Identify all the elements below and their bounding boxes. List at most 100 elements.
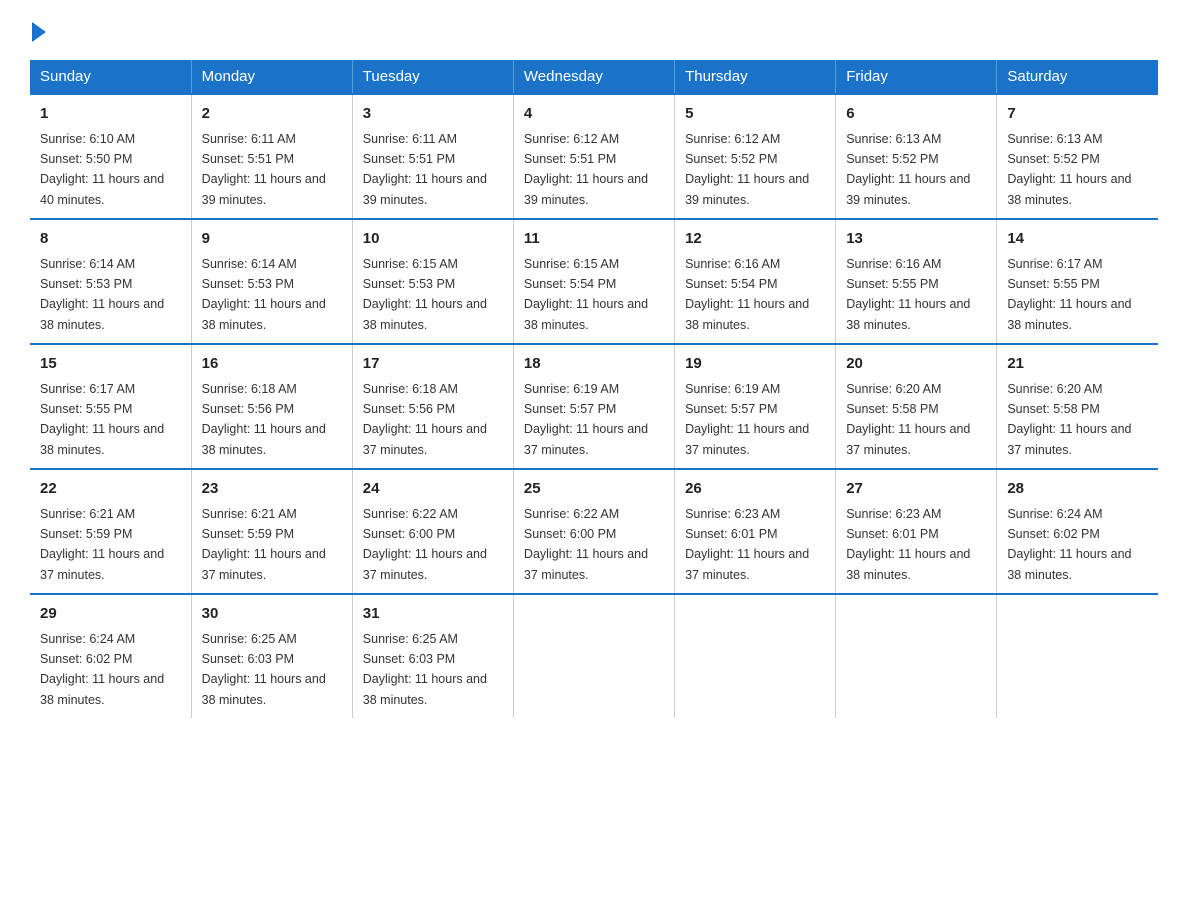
calendar-cell: 14Sunrise: 6:17 AMSunset: 5:55 PMDayligh… bbox=[997, 219, 1158, 344]
calendar-table: Sunday Monday Tuesday Wednesday Thursday… bbox=[30, 60, 1158, 718]
calendar-cell: 7Sunrise: 6:13 AMSunset: 5:52 PMDaylight… bbox=[997, 94, 1158, 219]
day-number: 18 bbox=[524, 353, 664, 376]
day-info: Sunrise: 6:11 AMSunset: 5:51 PMDaylight:… bbox=[202, 132, 326, 207]
calendar-body: 1 Sunrise: 6:10 AMSunset: 5:50 PMDaylight… bbox=[30, 94, 1158, 718]
day-info: Sunrise: 6:16 AMSunset: 5:55 PMDaylight:… bbox=[846, 257, 970, 332]
day-number: 19 bbox=[685, 353, 825, 376]
day-number: 20 bbox=[846, 353, 986, 376]
calendar-cell: 13 Sunrise: 6:16 AMSunset: 5:55 PMDayligh… bbox=[836, 219, 997, 344]
day-number: 21 bbox=[1007, 353, 1148, 376]
calendar-cell bbox=[513, 594, 674, 718]
calendar-cell: 3Sunrise: 6:11 AMSunset: 5:51 PMDaylight… bbox=[352, 94, 513, 219]
header-thursday: Thursday bbox=[675, 60, 836, 94]
calendar-cell: 10Sunrise: 6:15 AMSunset: 5:53 PMDayligh… bbox=[352, 219, 513, 344]
day-number: 1 bbox=[40, 103, 181, 126]
day-number: 13 bbox=[846, 228, 986, 251]
calendar-cell: 9 Sunrise: 6:14 AMSunset: 5:53 PMDaylight… bbox=[191, 219, 352, 344]
calendar-cell: 30Sunrise: 6:25 AMSunset: 6:03 PMDayligh… bbox=[191, 594, 352, 718]
header-sunday: Sunday bbox=[30, 60, 191, 94]
day-number: 24 bbox=[363, 478, 503, 501]
calendar-cell: 5 Sunrise: 6:12 AMSunset: 5:52 PMDaylight… bbox=[675, 94, 836, 219]
header-friday: Friday bbox=[836, 60, 997, 94]
day-info: Sunrise: 6:14 AMSunset: 5:53 PMDaylight:… bbox=[40, 257, 164, 332]
day-info: Sunrise: 6:18 AMSunset: 5:56 PMDaylight:… bbox=[202, 382, 326, 457]
day-number: 5 bbox=[685, 103, 825, 126]
calendar-cell: 6 Sunrise: 6:13 AMSunset: 5:52 PMDaylight… bbox=[836, 94, 997, 219]
calendar-cell: 24 Sunrise: 6:22 AMSunset: 6:00 PMDayligh… bbox=[352, 469, 513, 594]
day-number: 9 bbox=[202, 228, 342, 251]
day-info: Sunrise: 6:12 AMSunset: 5:52 PMDaylight:… bbox=[685, 132, 809, 207]
day-info: Sunrise: 6:17 AMSunset: 5:55 PMDaylight:… bbox=[40, 382, 164, 457]
calendar-cell bbox=[675, 594, 836, 718]
calendar-cell: 22 Sunrise: 6:21 AMSunset: 5:59 PMDayligh… bbox=[30, 469, 191, 594]
calendar-cell: 17 Sunrise: 6:18 AMSunset: 5:56 PMDayligh… bbox=[352, 344, 513, 469]
day-info: Sunrise: 6:24 AMSunset: 6:02 PMDaylight:… bbox=[40, 632, 164, 707]
calendar-week-1: 1 Sunrise: 6:10 AMSunset: 5:50 PMDaylight… bbox=[30, 94, 1158, 219]
calendar-cell: 8Sunrise: 6:14 AMSunset: 5:53 PMDaylight… bbox=[30, 219, 191, 344]
day-number: 6 bbox=[846, 103, 986, 126]
calendar-cell: 31 Sunrise: 6:25 AMSunset: 6:03 PMDayligh… bbox=[352, 594, 513, 718]
day-number: 26 bbox=[685, 478, 825, 501]
day-info: Sunrise: 6:18 AMSunset: 5:56 PMDaylight:… bbox=[363, 382, 487, 457]
day-number: 23 bbox=[202, 478, 342, 501]
day-info: Sunrise: 6:19 AMSunset: 5:57 PMDaylight:… bbox=[524, 382, 648, 457]
header-saturday: Saturday bbox=[997, 60, 1158, 94]
day-number: 31 bbox=[363, 603, 503, 626]
day-info: Sunrise: 6:15 AMSunset: 5:54 PMDaylight:… bbox=[524, 257, 648, 332]
day-info: Sunrise: 6:22 AMSunset: 6:00 PMDaylight:… bbox=[363, 507, 487, 582]
day-info: Sunrise: 6:21 AMSunset: 5:59 PMDaylight:… bbox=[40, 507, 164, 582]
calendar-cell: 18 Sunrise: 6:19 AMSunset: 5:57 PMDayligh… bbox=[513, 344, 674, 469]
day-info: Sunrise: 6:17 AMSunset: 5:55 PMDaylight:… bbox=[1007, 257, 1131, 332]
header-tuesday: Tuesday bbox=[352, 60, 513, 94]
calendar-week-3: 15 Sunrise: 6:17 AMSunset: 5:55 PMDayligh… bbox=[30, 344, 1158, 469]
day-number: 27 bbox=[846, 478, 986, 501]
day-info: Sunrise: 6:16 AMSunset: 5:54 PMDaylight:… bbox=[685, 257, 809, 332]
header-wednesday: Wednesday bbox=[513, 60, 674, 94]
day-number: 30 bbox=[202, 603, 342, 626]
day-info: Sunrise: 6:21 AMSunset: 5:59 PMDaylight:… bbox=[202, 507, 326, 582]
day-number: 28 bbox=[1007, 478, 1148, 501]
calendar-cell: 28 Sunrise: 6:24 AMSunset: 6:02 PMDayligh… bbox=[997, 469, 1158, 594]
day-number: 4 bbox=[524, 103, 664, 126]
day-number: 2 bbox=[202, 103, 342, 126]
day-number: 25 bbox=[524, 478, 664, 501]
calendar-cell: 16 Sunrise: 6:18 AMSunset: 5:56 PMDayligh… bbox=[191, 344, 352, 469]
calendar-cell: 1 Sunrise: 6:10 AMSunset: 5:50 PMDaylight… bbox=[30, 94, 191, 219]
day-info: Sunrise: 6:14 AMSunset: 5:53 PMDaylight:… bbox=[202, 257, 326, 332]
calendar-cell: 4 Sunrise: 6:12 AMSunset: 5:51 PMDaylight… bbox=[513, 94, 674, 219]
day-info: Sunrise: 6:19 AMSunset: 5:57 PMDaylight:… bbox=[685, 382, 809, 457]
calendar-cell: 11 Sunrise: 6:15 AMSunset: 5:54 PMDayligh… bbox=[513, 219, 674, 344]
day-info: Sunrise: 6:23 AMSunset: 6:01 PMDaylight:… bbox=[685, 507, 809, 582]
calendar-cell: 29Sunrise: 6:24 AMSunset: 6:02 PMDayligh… bbox=[30, 594, 191, 718]
day-number: 11 bbox=[524, 228, 664, 251]
calendar-cell: 23 Sunrise: 6:21 AMSunset: 5:59 PMDayligh… bbox=[191, 469, 352, 594]
calendar-cell: 25 Sunrise: 6:22 AMSunset: 6:00 PMDayligh… bbox=[513, 469, 674, 594]
day-info: Sunrise: 6:13 AMSunset: 5:52 PMDaylight:… bbox=[846, 132, 970, 207]
calendar-week-5: 29Sunrise: 6:24 AMSunset: 6:02 PMDayligh… bbox=[30, 594, 1158, 718]
day-info: Sunrise: 6:10 AMSunset: 5:50 PMDaylight:… bbox=[40, 132, 164, 207]
calendar-cell: 26 Sunrise: 6:23 AMSunset: 6:01 PMDayligh… bbox=[675, 469, 836, 594]
day-info: Sunrise: 6:23 AMSunset: 6:01 PMDaylight:… bbox=[846, 507, 970, 582]
logo-arrow-icon bbox=[32, 22, 46, 42]
day-number: 16 bbox=[202, 353, 342, 376]
day-number: 15 bbox=[40, 353, 181, 376]
day-info: Sunrise: 6:20 AMSunset: 5:58 PMDaylight:… bbox=[1007, 382, 1131, 457]
calendar-cell: 21 Sunrise: 6:20 AMSunset: 5:58 PMDayligh… bbox=[997, 344, 1158, 469]
logo bbox=[30, 20, 46, 42]
calendar-cell: 27 Sunrise: 6:23 AMSunset: 6:01 PMDayligh… bbox=[836, 469, 997, 594]
calendar-header: Sunday Monday Tuesday Wednesday Thursday… bbox=[30, 60, 1158, 94]
day-info: Sunrise: 6:20 AMSunset: 5:58 PMDaylight:… bbox=[846, 382, 970, 457]
day-number: 3 bbox=[363, 103, 503, 126]
day-info: Sunrise: 6:24 AMSunset: 6:02 PMDaylight:… bbox=[1007, 507, 1131, 582]
calendar-cell: 2 Sunrise: 6:11 AMSunset: 5:51 PMDaylight… bbox=[191, 94, 352, 219]
header-monday: Monday bbox=[191, 60, 352, 94]
calendar-week-2: 8Sunrise: 6:14 AMSunset: 5:53 PMDaylight… bbox=[30, 219, 1158, 344]
day-info: Sunrise: 6:12 AMSunset: 5:51 PMDaylight:… bbox=[524, 132, 648, 207]
day-number: 17 bbox=[363, 353, 503, 376]
day-info: Sunrise: 6:15 AMSunset: 5:53 PMDaylight:… bbox=[363, 257, 487, 332]
day-number: 22 bbox=[40, 478, 181, 501]
day-info: Sunrise: 6:25 AMSunset: 6:03 PMDaylight:… bbox=[363, 632, 487, 707]
calendar-cell bbox=[836, 594, 997, 718]
day-info: Sunrise: 6:22 AMSunset: 6:00 PMDaylight:… bbox=[524, 507, 648, 582]
calendar-cell: 19 Sunrise: 6:19 AMSunset: 5:57 PMDayligh… bbox=[675, 344, 836, 469]
